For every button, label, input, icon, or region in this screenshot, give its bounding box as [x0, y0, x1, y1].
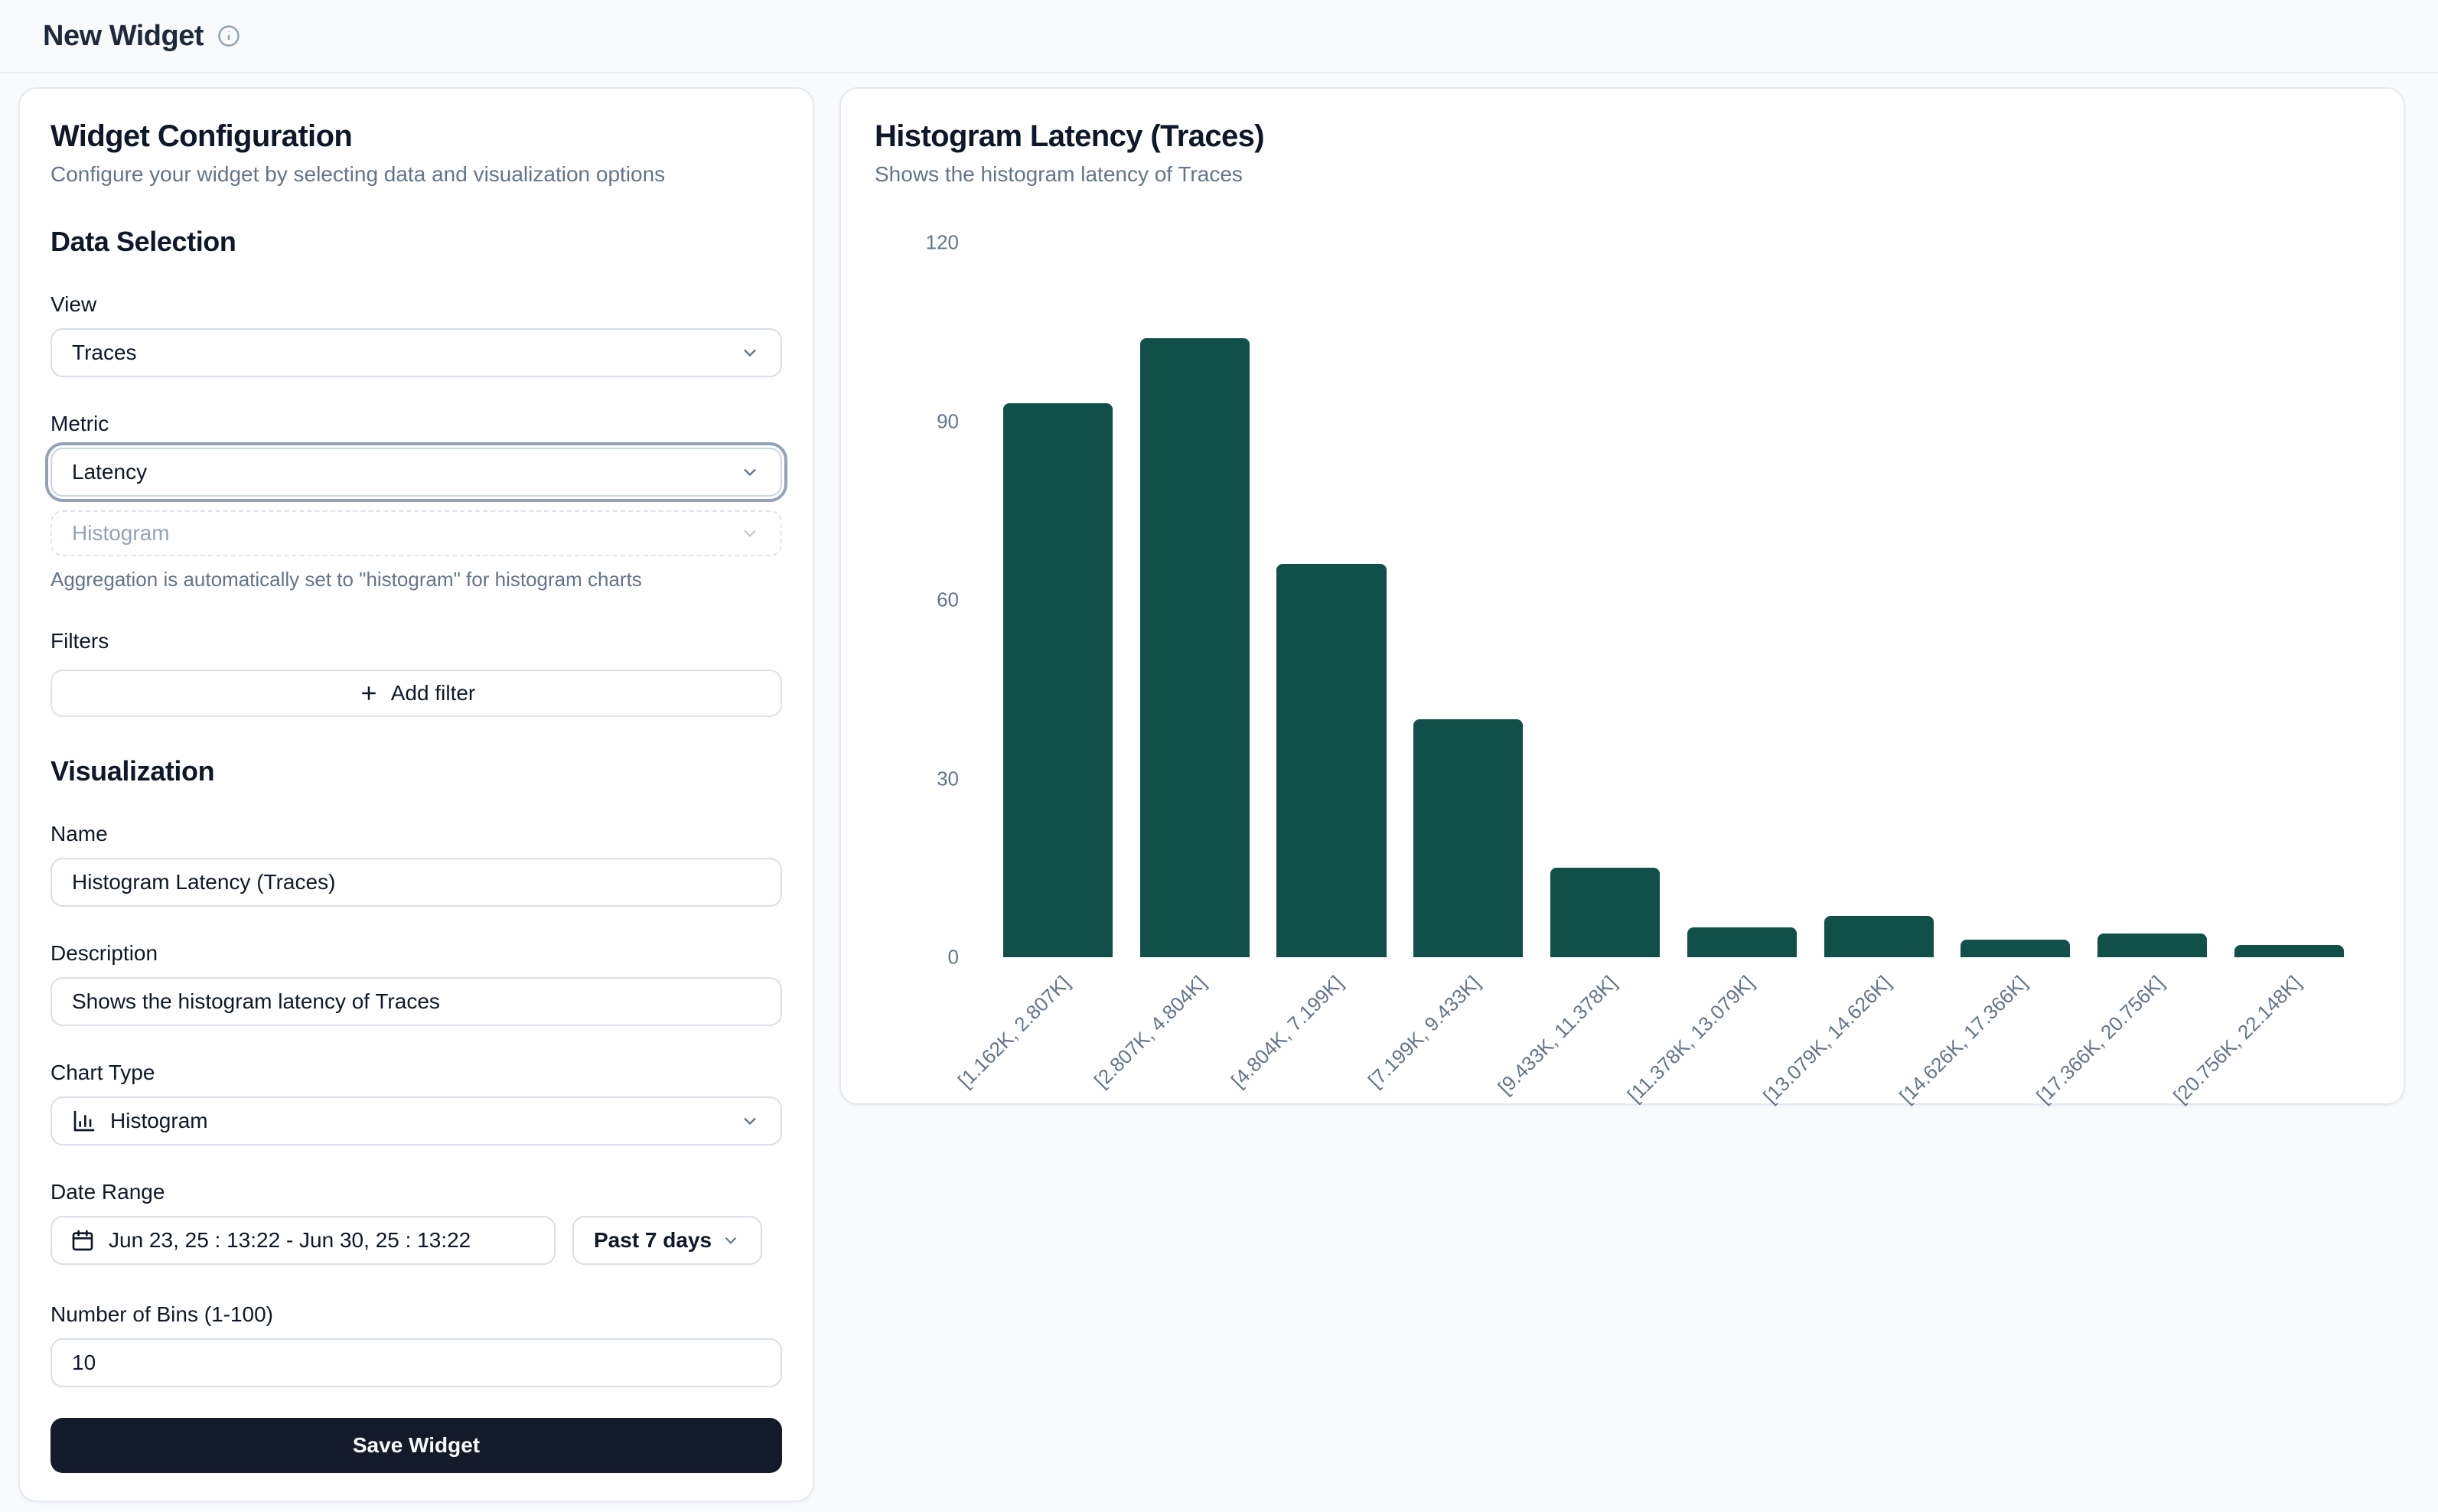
histogram-bar[interactable]	[1276, 564, 1386, 957]
x-axis-label: [14.626K, 17.366K]	[1895, 971, 2032, 1108]
date-range-row: Jun 23, 25 : 13:22 - Jun 30, 25 : 13:22 …	[51, 1216, 782, 1265]
visualization-heading: Visualization	[51, 755, 782, 787]
y-tick-label: 0	[948, 946, 959, 969]
chart-type-select[interactable]: Histogram	[51, 1097, 782, 1145]
widget-config-panel: Widget Configuration Configure your widg…	[18, 87, 814, 1502]
x-axis-label: [20.756K, 22.148K]	[2169, 971, 2306, 1108]
histogram-bar[interactable]	[1550, 868, 1660, 957]
histogram-bar[interactable]	[1824, 916, 1934, 957]
y-tick-label: 90	[937, 409, 959, 433]
date-range-value: Jun 23, 25 : 13:22 - Jun 30, 25 : 13:22	[109, 1228, 471, 1253]
description-input[interactable]	[51, 977, 782, 1026]
chart-subtitle: Shows the histogram latency of Traces	[875, 161, 2370, 187]
add-filter-button[interactable]: Add filter	[51, 670, 782, 717]
x-axis-label: [4.804K, 7.199K]	[1227, 971, 1348, 1093]
chart-type-value: Histogram	[110, 1109, 725, 1133]
plus-icon	[357, 682, 380, 705]
filters-label: Filters	[51, 628, 782, 654]
x-axis-label: [2.807K, 4.804K]	[1090, 971, 1211, 1093]
info-icon[interactable]	[217, 24, 240, 47]
y-axis: 0306090120	[867, 243, 974, 957]
name-label: Name	[51, 821, 782, 847]
view-label: View	[51, 292, 782, 318]
aggregation-help-text: Aggregation is automatically set to "his…	[51, 567, 782, 591]
view-select-value: Traces	[72, 341, 725, 365]
metric-select-value: Latency	[72, 460, 725, 484]
bar-chart-icon	[72, 1109, 96, 1133]
y-tick-label: 60	[937, 588, 959, 612]
date-preset-label: Past 7 days	[594, 1228, 712, 1253]
chart-panel: Histogram Latency (Traces) Shows the his…	[839, 87, 2405, 1105]
config-subtitle: Configure your widget by selecting data …	[51, 161, 782, 187]
metric-label: Metric	[51, 411, 782, 437]
view-select[interactable]: Traces	[51, 328, 782, 377]
chevron-down-icon	[739, 461, 761, 483]
x-axis: [1.162K, 2.807K][2.807K, 4.804K][4.804K,…	[989, 957, 2358, 1110]
x-axis-label: [17.366K, 20.756K]	[2032, 971, 2169, 1108]
histogram-bar[interactable]	[1413, 719, 1523, 957]
metric-select[interactable]: Latency	[51, 448, 782, 497]
bins-label: Number of Bins (1-100)	[51, 1302, 782, 1328]
histogram-bar[interactable]	[1003, 403, 1113, 957]
date-range-label: Date Range	[51, 1179, 782, 1205]
x-axis-label: [11.378K, 13.079K]	[1622, 971, 1758, 1107]
main-content: Widget Configuration Configure your widg…	[0, 73, 2438, 1502]
chevron-down-icon	[739, 1110, 761, 1132]
histogram-bar[interactable]	[1961, 940, 2070, 957]
page-title: New Widget	[43, 20, 204, 53]
histogram-bar[interactable]	[1687, 927, 1797, 957]
bins-input[interactable]	[51, 1338, 782, 1387]
chart-type-label: Chart Type	[51, 1060, 782, 1086]
x-axis-label: [1.162K, 2.807K]	[953, 971, 1074, 1093]
aggregation-select-value: Histogram	[72, 521, 725, 546]
config-title: Widget Configuration	[51, 119, 782, 154]
page-header: New Widget	[0, 0, 2438, 73]
chevron-down-icon	[739, 342, 761, 363]
calendar-icon	[70, 1228, 95, 1253]
y-tick-label: 120	[926, 231, 959, 255]
y-tick-label: 30	[937, 767, 959, 790]
save-widget-button[interactable]: Save Widget	[51, 1418, 782, 1473]
add-filter-label: Add filter	[391, 681, 476, 705]
data-selection-heading: Data Selection	[51, 226, 782, 258]
x-axis-label: [7.199K, 9.433K]	[1364, 971, 1485, 1093]
description-label: Description	[51, 940, 782, 966]
histogram-bar[interactable]	[1140, 338, 1250, 957]
x-axis-label: [13.079K, 14.626K]	[1758, 971, 1895, 1108]
chart-plot-area: 0306090120 [1.162K, 2.807K][2.807K, 4.80…	[989, 243, 2358, 957]
x-axis-label: [9.433K, 11.378K]	[1494, 971, 1622, 1100]
histogram-chart: 0306090120 [1.162K, 2.807K][2.807K, 4.80…	[989, 243, 2358, 957]
chevron-down-icon	[721, 1230, 741, 1250]
histogram-bar[interactable]	[2097, 934, 2207, 957]
chart-title: Histogram Latency (Traces)	[875, 119, 2370, 154]
date-preset-button[interactable]: Past 7 days	[572, 1216, 762, 1265]
aggregation-select: Histogram	[51, 510, 782, 556]
name-input[interactable]	[51, 858, 782, 907]
histogram-bar[interactable]	[2234, 945, 2344, 957]
chevron-down-icon	[739, 523, 761, 544]
date-range-input[interactable]: Jun 23, 25 : 13:22 - Jun 30, 25 : 13:22	[51, 1216, 556, 1265]
